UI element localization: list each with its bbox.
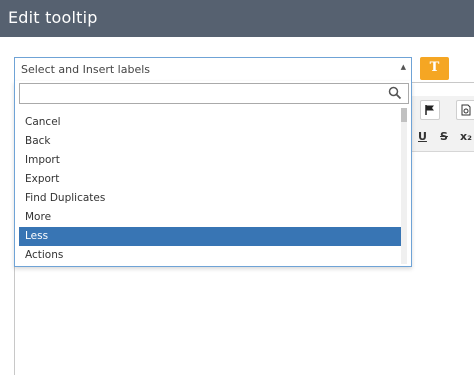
option-more[interactable]: More — [19, 208, 402, 227]
document-icon — [461, 104, 471, 116]
underline-icon[interactable]: U — [418, 130, 427, 143]
flag-button[interactable] — [420, 100, 440, 120]
option-export[interactable]: Export — [19, 170, 402, 189]
dialog-title: Edit tooltip — [8, 8, 98, 27]
text-format-icon: T — [429, 60, 440, 75]
option-less[interactable]: Less — [19, 227, 402, 246]
search-icon — [388, 86, 402, 100]
option-import[interactable]: Import — [19, 151, 402, 170]
dropdown-scrollbar[interactable] — [401, 108, 407, 264]
option-actions[interactable]: Actions — [19, 246, 402, 265]
format-text-button[interactable]: T — [420, 57, 449, 80]
scrollbar-thumb[interactable] — [401, 108, 407, 122]
label-select-value: Select and Insert labels — [21, 63, 151, 76]
option-back[interactable]: Back — [19, 132, 402, 151]
caret-up-icon: ▲ — [400, 63, 406, 71]
option-find-duplicates[interactable]: Find Duplicates — [19, 189, 402, 208]
option-cancel[interactable]: Cancel — [19, 113, 402, 132]
subscript-icon[interactable]: x₂ — [460, 130, 472, 143]
flag-icon — [425, 105, 434, 115]
dialog-title-bar: Edit tooltip — [0, 0, 474, 37]
label-options-list: Cancel Back Import Export Find Duplicate… — [19, 113, 402, 265]
label-search-input[interactable] — [19, 83, 409, 104]
document-button[interactable] — [456, 100, 474, 120]
label-select[interactable]: Select and Insert labels ▲ — [14, 57, 412, 82]
strikethrough-icon[interactable]: S — [440, 130, 448, 143]
label-dropdown: Cancel Back Import Export Find Duplicate… — [14, 81, 412, 267]
